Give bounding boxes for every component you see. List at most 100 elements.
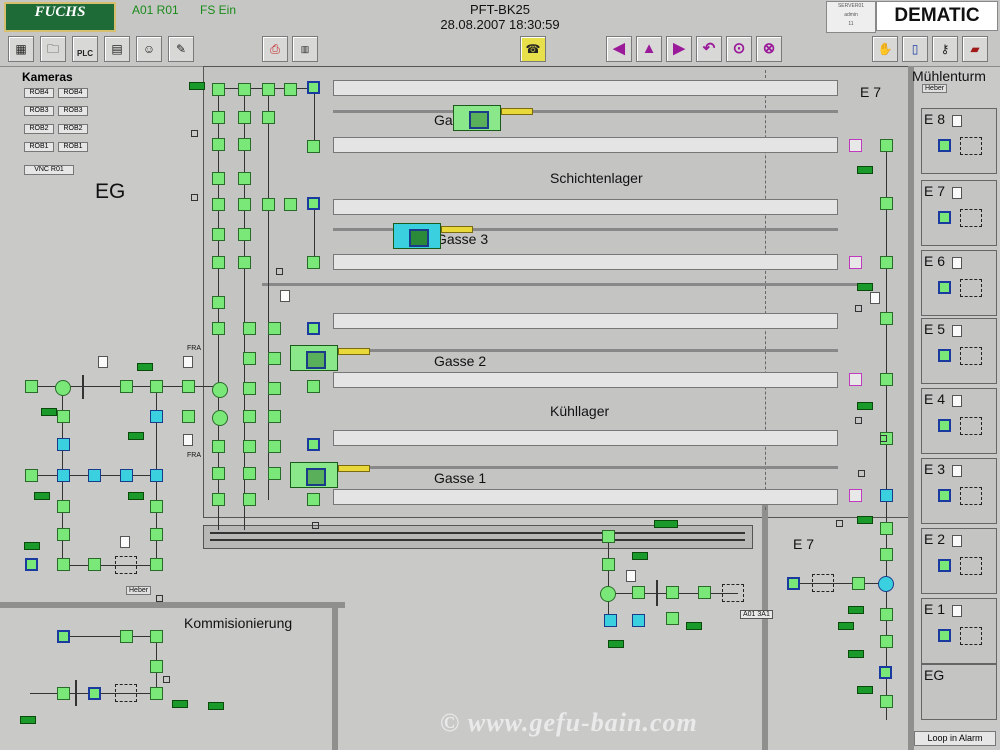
conveyor-node-active[interactable] <box>632 614 645 627</box>
conveyor-node[interactable] <box>243 440 256 453</box>
conveyor-node[interactable] <box>212 83 225 96</box>
conveyor-node[interactable] <box>238 198 251 211</box>
conveyor-node[interactable] <box>238 228 251 241</box>
document-icon[interactable] <box>952 187 962 199</box>
status-tag[interactable] <box>857 166 873 174</box>
camera-button[interactable]: ROB3 <box>24 106 54 116</box>
folder-icon[interactable]: 🗀 <box>40 36 66 62</box>
conveyor-node[interactable] <box>938 139 951 152</box>
conveyor-node-active[interactable] <box>938 559 951 572</box>
document-icon[interactable] <box>98 356 108 368</box>
turntable-node[interactable] <box>878 576 894 592</box>
conveyor-node[interactable] <box>268 440 281 453</box>
conveyor-node[interactable] <box>666 586 679 599</box>
fault-indicator[interactable] <box>163 676 170 683</box>
status-tag[interactable] <box>208 702 224 710</box>
conveyor-node[interactable] <box>938 419 951 432</box>
plc-icon[interactable]: PLC <box>72 36 98 62</box>
status-tag[interactable] <box>857 516 873 524</box>
conveyor-node[interactable] <box>938 489 951 502</box>
status-tag[interactable] <box>20 716 36 724</box>
conveyor-node[interactable] <box>307 256 320 269</box>
conveyor-node[interactable] <box>307 380 320 393</box>
conveyor-node[interactable] <box>88 687 101 700</box>
vnc-button[interactable]: VNC R01 <box>24 165 74 175</box>
conveyor-node[interactable] <box>698 586 711 599</box>
conveyor-node[interactable] <box>25 469 38 482</box>
conveyor-node[interactable] <box>262 83 275 96</box>
shuttle-gasse-3[interactable] <box>393 223 441 249</box>
conveyor-node-active[interactable] <box>120 469 133 482</box>
conveyor-node[interactable] <box>150 630 163 643</box>
document-icon[interactable] <box>183 356 193 368</box>
conveyor-node[interactable] <box>880 256 893 269</box>
document-icon[interactable] <box>280 290 290 302</box>
document-icon[interactable] <box>952 535 962 547</box>
lane-exit-node[interactable] <box>849 373 862 386</box>
nav-up-icon[interactable]: ▲ <box>636 36 662 62</box>
conveyor-node[interactable] <box>938 349 951 362</box>
conveyor-node[interactable] <box>212 296 225 309</box>
conveyor-node[interactable] <box>212 256 225 269</box>
shuttle-gasse-1[interactable] <box>290 462 338 488</box>
conveyor-node[interactable] <box>212 138 225 151</box>
conveyor-node[interactable] <box>938 629 951 642</box>
conveyor-node[interactable] <box>307 81 320 94</box>
document-icon[interactable] <box>183 434 193 446</box>
document-icon[interactable] <box>952 115 962 127</box>
status-tag[interactable] <box>128 432 144 440</box>
lane-exit-node[interactable] <box>849 489 862 502</box>
conveyor-node-active[interactable] <box>88 469 101 482</box>
document-icon[interactable] <box>626 570 636 582</box>
conveyor-node[interactable] <box>57 687 70 700</box>
conveyor-node[interactable] <box>212 493 225 506</box>
transport-id-tag[interactable]: A01 3A1 <box>740 610 773 619</box>
status-tag[interactable] <box>34 492 50 500</box>
camera-button[interactable]: ROB1 <box>24 142 54 152</box>
nav-right-icon[interactable]: ▶ <box>666 36 692 62</box>
floor-e8[interactable]: E 8 <box>921 108 997 174</box>
conveyor-node[interactable] <box>268 410 281 423</box>
floor-eg[interactable]: EG <box>921 664 997 720</box>
conveyor-node[interactable] <box>243 467 256 480</box>
conveyor-node[interactable] <box>880 635 893 648</box>
conveyor-node[interactable] <box>307 322 320 335</box>
conveyor-node[interactable] <box>150 558 163 571</box>
conveyor-node-active[interactable] <box>604 614 617 627</box>
conveyor-node[interactable] <box>243 352 256 365</box>
conveyor-node[interactable] <box>268 467 281 480</box>
conveyor-node[interactable] <box>880 197 893 210</box>
floor-e4[interactable]: E 4 <box>921 388 997 454</box>
overview-icon[interactable]: ▦ <box>8 36 34 62</box>
fault-indicator[interactable] <box>191 130 198 137</box>
status-tag[interactable] <box>632 552 648 560</box>
database-icon[interactable]: ▤ <box>104 36 130 62</box>
conveyor-node[interactable] <box>243 410 256 423</box>
status-tag[interactable] <box>838 622 854 630</box>
camera-button[interactable]: ROB2 <box>24 124 54 134</box>
camera-button[interactable]: ROB4 <box>58 88 88 98</box>
book-icon[interactable]: ▰ <box>962 36 988 62</box>
conveyor-node[interactable] <box>284 198 297 211</box>
document-icon[interactable] <box>952 395 962 407</box>
lane-exit-node[interactable] <box>849 256 862 269</box>
conveyor-node[interactable] <box>238 138 251 151</box>
conveyor-node[interactable] <box>238 256 251 269</box>
conveyor-node[interactable] <box>268 322 281 335</box>
conveyor-node-active[interactable] <box>150 469 163 482</box>
conveyor-node[interactable] <box>284 83 297 96</box>
conveyor-node[interactable] <box>938 211 951 224</box>
conveyor-node[interactable] <box>212 228 225 241</box>
conveyor-node[interactable] <box>879 666 892 679</box>
floor-e6[interactable]: E 6 <box>921 250 997 316</box>
document-icon[interactable] <box>952 257 962 269</box>
document-icon[interactable] <box>952 465 962 477</box>
conveyor-node[interactable] <box>212 322 225 335</box>
status-tag[interactable] <box>137 363 153 371</box>
status-tag[interactable] <box>654 520 678 528</box>
status-tag[interactable] <box>857 402 873 410</box>
camera-button[interactable]: ROB1 <box>58 142 88 152</box>
status-tag[interactable] <box>686 622 702 630</box>
conveyor-node[interactable] <box>262 111 275 124</box>
status-tag[interactable] <box>857 686 873 694</box>
